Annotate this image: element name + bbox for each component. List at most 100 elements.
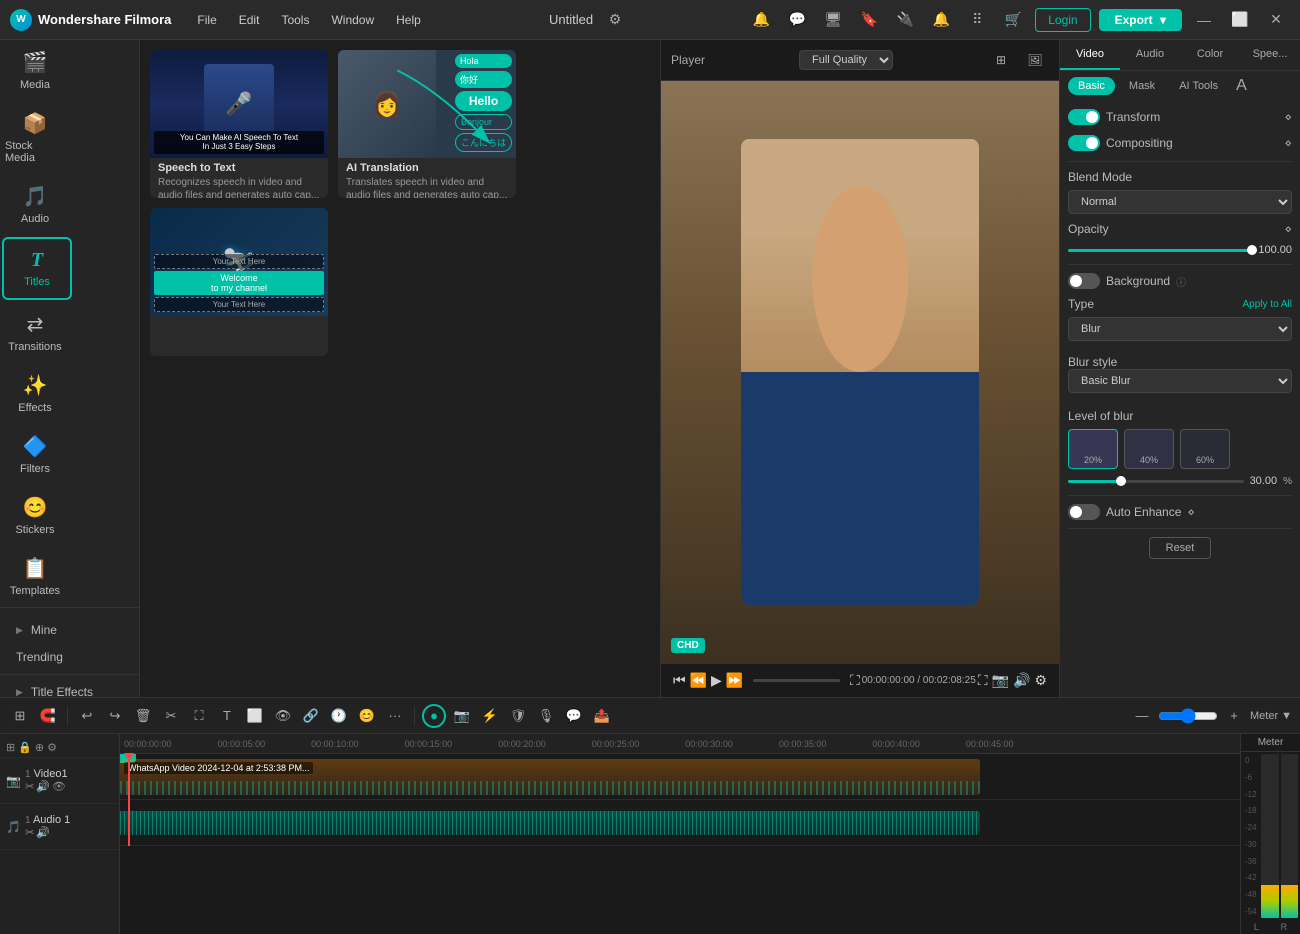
project-settings-icon[interactable]: ⚙	[601, 6, 629, 34]
bookmark-icon[interactable]: 🔖	[855, 6, 883, 34]
preview-grid-icon[interactable]: ⊞	[987, 46, 1015, 74]
plugin-icon[interactable]: 🔌	[891, 6, 919, 34]
audio-cut-icon[interactable]: ✂	[25, 826, 34, 839]
tl-export-icon[interactable]: 📤	[590, 704, 614, 728]
tl-shield-icon[interactable]: 🛡	[506, 704, 530, 728]
transform-expand-icon[interactable]: ⋄	[1284, 110, 1292, 124]
tool-stickers[interactable]: 😊 Stickers	[0, 485, 70, 546]
lock-icon[interactable]: 🔒	[18, 741, 32, 754]
fullscreen-icon[interactable]: ⛶	[848, 670, 862, 691]
blur-preview-60[interactable]: 60%	[1180, 429, 1230, 469]
background-toggle[interactable]	[1068, 273, 1100, 289]
reset-button[interactable]: Reset	[1149, 537, 1212, 559]
opacity-expand-icon[interactable]: ⋄	[1284, 222, 1292, 236]
subtab-basic[interactable]: Basic	[1068, 77, 1115, 95]
tl-crop-icon[interactable]: ⛶	[187, 704, 211, 728]
tool-filters[interactable]: 🔷 Filters	[0, 424, 70, 485]
bg-type-select[interactable]: Blur Color Image	[1068, 317, 1292, 341]
tool-audio[interactable]: 🎵 Audio	[0, 174, 70, 235]
sidebar-item-trending[interactable]: Trending	[4, 644, 136, 670]
export-button[interactable]: Export ▾	[1099, 9, 1182, 31]
stt-card[interactable]: 🎤 You Can Make AI Speech To Text In Just…	[150, 50, 328, 198]
tab-video[interactable]: Video	[1060, 40, 1120, 70]
video-eye-icon[interactable]: 👁	[52, 780, 66, 793]
play-pause-icon[interactable]: ▶	[709, 670, 724, 691]
settings-ctrl-icon[interactable]: ⚙	[1032, 670, 1049, 691]
playhead[interactable]	[128, 754, 130, 846]
preview-timeline-bar[interactable]	[753, 679, 840, 682]
tool-templates[interactable]: 📋 Templates	[0, 546, 70, 607]
tool-titles[interactable]: T Titles	[2, 237, 72, 300]
login-button[interactable]: Login	[1035, 8, 1090, 32]
auto-enhance-expand-icon[interactable]: ⋄	[1187, 505, 1195, 519]
tl-face-icon[interactable]: 😊	[355, 704, 379, 728]
audio-volume-icon[interactable]: 🔊	[36, 826, 50, 839]
tl-zoom-out-icon[interactable]: —	[1130, 704, 1154, 728]
menu-window[interactable]: Window	[321, 9, 384, 31]
tl-zoom-in-icon[interactable]: +	[1222, 704, 1246, 728]
tl-eye-icon[interactable]: 👁	[271, 704, 295, 728]
video-cut-icon[interactable]: ✂	[25, 780, 34, 793]
blur-preview-20[interactable]: 20%	[1068, 429, 1118, 469]
forward-frame-icon[interactable]: ⏩	[724, 670, 745, 691]
tl-speed-icon[interactable]: ⚡	[478, 704, 502, 728]
preview-image-icon[interactable]: 🖼	[1021, 46, 1049, 74]
volume-icon[interactable]: 🔊	[1011, 670, 1032, 691]
tab-color[interactable]: Color	[1180, 40, 1240, 70]
quality-select[interactable]: Full Quality 1/2 Quality 1/4 Quality	[799, 50, 893, 70]
tl-link-icon[interactable]: 🔗	[299, 704, 323, 728]
add-track-icon[interactable]: ⊞	[6, 741, 15, 754]
sidebar-item-mine[interactable]: ▶ Mine	[4, 617, 136, 643]
tl-cam-icon[interactable]: 📷	[450, 704, 474, 728]
audio-track-clip[interactable]	[120, 811, 980, 835]
tl-record-icon[interactable]: ●	[422, 704, 446, 728]
tl-grid-icon[interactable]: ⊞	[8, 704, 32, 728]
screenshare-icon[interactable]: 🖥	[819, 6, 847, 34]
video-track-clip[interactable]: WhatsApp Video 2024-12-04 at 2:53:38 PM.…	[120, 759, 980, 795]
export-dropdown-icon[interactable]: ▾	[1160, 13, 1166, 27]
welcome-card[interactable]: ⛷ Your Text Here Welcometo my channel Yo…	[150, 208, 328, 356]
menu-file[interactable]: File	[187, 9, 226, 31]
tl-captions-icon[interactable]: 💬	[562, 704, 586, 728]
opacity-slider-thumb[interactable]	[1247, 245, 1257, 255]
tl-delete-icon[interactable]: 🗑	[131, 704, 155, 728]
tl-rect-icon[interactable]: ⬜	[243, 704, 267, 728]
cart-icon[interactable]: 🛒	[999, 6, 1027, 34]
bell-icon[interactable]: 🔔	[927, 6, 955, 34]
tab-audio[interactable]: Audio	[1120, 40, 1180, 70]
video-volume-icon[interactable]: 🔊	[36, 780, 50, 793]
screenshot-icon[interactable]: 📷	[990, 670, 1011, 691]
tl-mic-icon[interactable]: 🎙	[534, 704, 558, 728]
track-settings-icon[interactable]: ⚙	[47, 741, 57, 754]
close-icon[interactable]: ✕	[1262, 6, 1290, 34]
compositing-expand-icon[interactable]: ⋄	[1284, 136, 1292, 150]
back-frame-icon[interactable]: ⏪	[688, 670, 709, 691]
blur-preview-40[interactable]: 40%	[1124, 429, 1174, 469]
minimize-icon[interactable]: —	[1190, 6, 1218, 34]
tl-text-icon[interactable]: T	[215, 704, 239, 728]
tool-transitions[interactable]: ⇄ Transitions	[0, 302, 70, 363]
apply-all-button[interactable]: Apply to All	[1243, 299, 1292, 310]
prev-frame-icon[interactable]: ⏮	[671, 670, 688, 691]
tl-scissors-icon[interactable]: ✂	[159, 704, 183, 728]
chat-icon[interactable]: 💬	[783, 6, 811, 34]
track-more-icon[interactable]: ⊕	[35, 741, 44, 754]
ait-card[interactable]: 👩 Hola 你好 Hello Bonjour こんにちは	[338, 50, 516, 198]
crop-icon[interactable]: ⛶	[976, 670, 990, 691]
timeline-zoom-slider[interactable]	[1158, 708, 1218, 724]
tl-clock-icon[interactable]: 🕐	[327, 704, 351, 728]
tl-redo-icon[interactable]: ↪	[103, 704, 127, 728]
subtab-mask[interactable]: Mask	[1119, 77, 1165, 95]
maximize-icon[interactable]: ⬜	[1226, 6, 1254, 34]
subtab-ai-tools[interactable]: AI Tools	[1169, 77, 1228, 95]
blur-slider-thumb[interactable]	[1116, 476, 1126, 486]
tool-media[interactable]: 🎬 Media	[0, 40, 70, 101]
blend-mode-select[interactable]: Normal Dissolve Darken	[1068, 190, 1292, 214]
tl-undo-icon[interactable]: ↩	[75, 704, 99, 728]
menu-tools[interactable]: Tools	[271, 9, 319, 31]
blur-level-slider[interactable]	[1068, 480, 1244, 483]
subtab-more[interactable]: A	[1232, 77, 1251, 95]
tl-more-icon[interactable]: ···	[383, 704, 407, 728]
menu-help[interactable]: Help	[386, 9, 431, 31]
opacity-slider[interactable]	[1068, 249, 1252, 252]
